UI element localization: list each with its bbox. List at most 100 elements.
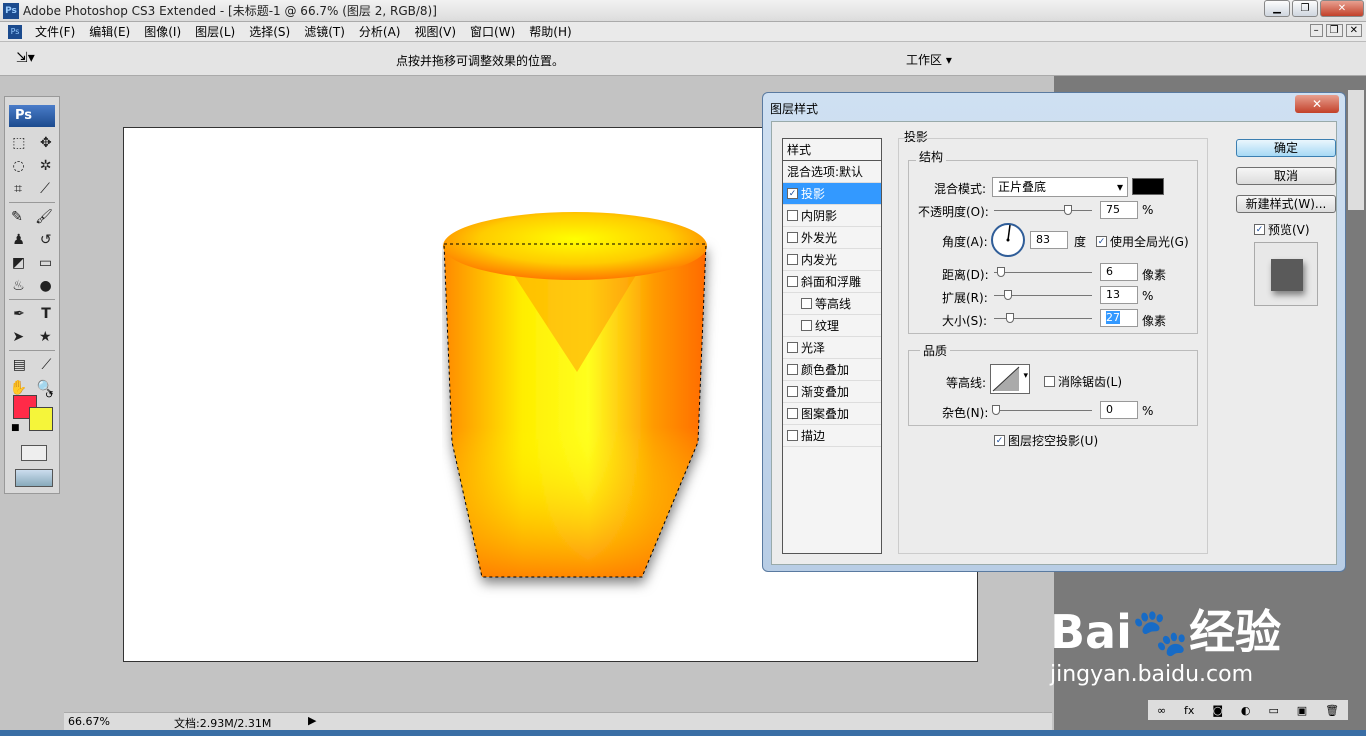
cancel-button[interactable]: 取消 xyxy=(1236,167,1336,185)
menu-layer[interactable]: 图层(L) xyxy=(188,23,242,40)
style-item[interactable]: 光泽 xyxy=(783,337,881,359)
style-item[interactable]: 内阴影 xyxy=(783,205,881,227)
doc-minimize-icon[interactable]: – xyxy=(1309,24,1323,37)
style-checkbox-icon[interactable] xyxy=(787,408,798,419)
eraser-tool-icon[interactable]: ◩ xyxy=(12,255,25,271)
style-checkbox-icon[interactable] xyxy=(787,232,798,243)
style-item[interactable]: 投影 xyxy=(783,183,881,205)
style-item[interactable]: 外发光 xyxy=(783,227,881,249)
history-brush-icon[interactable]: ↺ xyxy=(40,232,52,248)
crop-tool-icon[interactable]: ⌗ xyxy=(14,181,22,197)
path-select-icon[interactable]: ➤ xyxy=(12,329,24,345)
dialog-close-button[interactable]: ✕ xyxy=(1295,95,1339,113)
default-colors-icon[interactable]: ■ xyxy=(11,423,20,433)
style-checkbox-icon[interactable] xyxy=(787,210,798,221)
new-layer-icon[interactable]: ▣ xyxy=(1297,704,1307,717)
style-item[interactable]: 纹理 xyxy=(783,315,881,337)
gradient-tool-icon[interactable]: ▭ xyxy=(39,255,52,271)
style-checkbox-icon[interactable] xyxy=(787,276,798,287)
style-item-label: 外发光 xyxy=(801,230,838,245)
doc-window-controls: – ❐ ✕ xyxy=(1309,24,1362,37)
menu-file[interactable]: 文件(F) xyxy=(28,23,82,40)
workspace-menu[interactable]: 工作区 ▾ xyxy=(906,51,952,68)
dialog-title: 图层样式 xyxy=(770,102,819,116)
preview-check-icon xyxy=(1254,224,1265,235)
adjustment-layer-icon[interactable]: ◐ xyxy=(1241,704,1251,717)
minimize-button[interactable]: ▁ xyxy=(1264,0,1290,17)
style-item[interactable]: 颜色叠加 xyxy=(783,359,881,381)
style-item[interactable]: 斜面和浮雕 xyxy=(783,271,881,293)
menu-edit[interactable]: 编辑(E) xyxy=(82,23,137,40)
style-item[interactable]: 图案叠加 xyxy=(783,403,881,425)
healing-brush-icon[interactable]: ✎ xyxy=(11,209,23,225)
slice-tool-icon[interactable]: ⟋ xyxy=(40,181,50,197)
menu-image[interactable]: 图像(I) xyxy=(137,23,188,40)
pen-tool-icon[interactable]: ✒ xyxy=(13,306,25,322)
status-menu-arrow-icon[interactable]: ▶ xyxy=(308,714,316,727)
menu-view[interactable]: 视图(V) xyxy=(407,23,463,40)
menu-filter[interactable]: 滤镜(T) xyxy=(297,23,352,40)
style-item[interactable]: 渐变叠加 xyxy=(783,381,881,403)
style-checkbox-icon[interactable] xyxy=(787,254,798,265)
quick-mask-button[interactable] xyxy=(21,445,47,461)
style-checkbox-icon[interactable] xyxy=(787,342,798,353)
delete-layer-icon[interactable]: 🗑 xyxy=(1325,704,1339,717)
shape-tool-icon[interactable]: ★ xyxy=(39,329,52,345)
close-button[interactable]: ✕ xyxy=(1320,0,1364,17)
style-checkbox-icon[interactable] xyxy=(801,298,812,309)
window-controls: ▁ ❐ ✕ xyxy=(1262,0,1364,17)
style-item[interactable]: 等高线 xyxy=(783,293,881,315)
preview-checkbox[interactable]: 预览(V) xyxy=(1254,221,1310,238)
brush-tool-icon[interactable]: 🖌 xyxy=(35,209,53,225)
ok-button[interactable]: 确定 xyxy=(1236,139,1336,157)
notes-tool-icon[interactable]: ▤ xyxy=(13,357,26,373)
blending-options-item[interactable]: 混合选项:默认 xyxy=(783,161,881,183)
window-title: Adobe Photoshop CS3 Extended - [未标题-1 @ … xyxy=(23,4,437,18)
styles-header[interactable]: 样式 xyxy=(783,139,881,161)
link-layers-icon[interactable]: ∞ xyxy=(1157,704,1166,717)
new-style-button[interactable]: 新建样式(W)... xyxy=(1236,195,1336,213)
style-checkbox-icon[interactable] xyxy=(787,386,798,397)
menu-help[interactable]: 帮助(H) xyxy=(522,23,578,40)
swap-colors-icon[interactable]: ↺ xyxy=(45,390,53,401)
style-checkbox-icon[interactable] xyxy=(787,430,798,441)
zoom-level[interactable]: 66.67% xyxy=(68,715,110,728)
doc-restore-icon[interactable]: ❐ xyxy=(1325,24,1343,37)
style-checkbox-icon[interactable] xyxy=(787,188,798,199)
magic-wand-icon[interactable]: ✲ xyxy=(40,158,52,174)
app-menu-icon[interactable]: Ps xyxy=(8,24,22,39)
blur-tool-icon[interactable]: ♨ xyxy=(12,278,25,294)
windows-taskbar xyxy=(0,730,1366,736)
type-tool-icon[interactable]: T xyxy=(41,306,51,322)
style-item-label: 描边 xyxy=(801,428,826,443)
background-color-swatch[interactable] xyxy=(29,407,53,431)
screen-mode-button[interactable] xyxy=(15,469,53,487)
new-group-icon[interactable]: ▭ xyxy=(1268,704,1278,717)
eyedropper-icon[interactable]: ⟋ xyxy=(41,357,51,373)
menu-window[interactable]: 窗口(W) xyxy=(463,23,522,40)
lasso-tool-icon[interactable]: ◌ xyxy=(13,158,25,174)
style-item[interactable]: 描边 xyxy=(783,425,881,447)
menu-select[interactable]: 选择(S) xyxy=(242,23,297,40)
restore-button[interactable]: ❐ xyxy=(1292,0,1318,17)
dodge-tool-icon[interactable]: ● xyxy=(39,278,51,294)
style-item-label: 纹理 xyxy=(815,318,840,333)
style-item-label: 内发光 xyxy=(801,252,838,267)
move-tool-preset-icon[interactable]: ⇲▾ xyxy=(16,50,35,66)
status-bar: 66.67% 文档:2.93M/2.31M ▶ xyxy=(64,712,1052,730)
dialog-body: 样式 混合选项:默认 投影内阴影外发光内发光斜面和浮雕等高线纹理光泽颜色叠加渐变… xyxy=(771,121,1337,565)
move-tool-icon[interactable]: ✥ xyxy=(40,135,52,151)
layer-style-icon[interactable]: fx xyxy=(1184,704,1194,717)
clone-stamp-icon[interactable]: ♟ xyxy=(12,232,25,248)
hand-tool-icon[interactable]: ✋ xyxy=(10,380,27,396)
menu-bar: Ps 文件(F) 编辑(E) 图像(I) 图层(L) 选择(S) 滤镜(T) 分… xyxy=(0,22,1366,42)
add-mask-icon[interactable]: ◙ xyxy=(1212,704,1223,717)
style-item[interactable]: 内发光 xyxy=(783,249,881,271)
doc-close-icon[interactable]: ✕ xyxy=(1345,24,1362,37)
panel-scrollbar[interactable] xyxy=(1348,90,1364,210)
marquee-tool-icon[interactable]: ⬚ xyxy=(12,135,25,151)
style-checkbox-icon[interactable] xyxy=(787,364,798,375)
style-checkbox-icon[interactable] xyxy=(801,320,812,331)
style-preview-box xyxy=(1254,242,1318,306)
menu-analysis[interactable]: 分析(A) xyxy=(352,23,408,40)
